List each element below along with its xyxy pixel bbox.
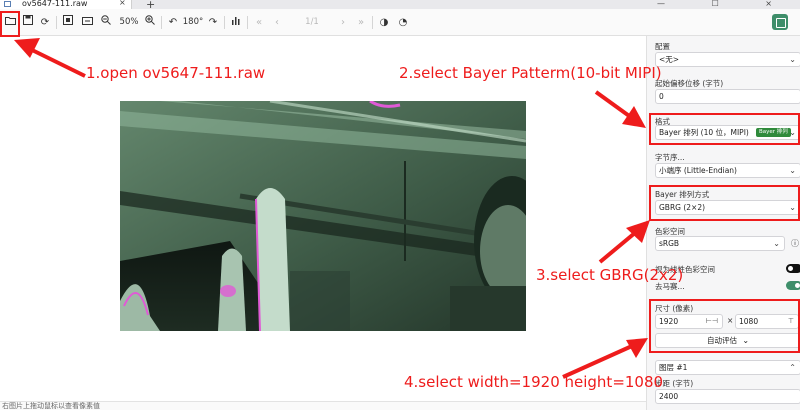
highlight-open xyxy=(0,11,20,37)
byteorder-select[interactable]: 小端序 (Little-Endian) ⌄ xyxy=(655,163,800,178)
tab-title: ov5647-111.raw xyxy=(22,0,88,8)
plane-header[interactable]: 图层 #1 ⌃ xyxy=(655,360,800,375)
zoom-level[interactable]: 50% xyxy=(117,15,141,30)
stride-value: 2400 xyxy=(659,392,679,401)
plane-label: 图层 #1 xyxy=(659,363,688,372)
byteorder-label: 字节序... xyxy=(655,153,685,162)
colorspace-value: sRGB xyxy=(659,239,680,248)
byteorder-value: 小端序 (Little-Endian) xyxy=(659,166,737,175)
zoom-in-icon[interactable] xyxy=(143,15,157,30)
raw-image-preview[interactable] xyxy=(120,101,526,331)
app-window: ov5647-111.raw × + — ☐ × ⟳ 50% ↶ 180° ↷ xyxy=(0,0,800,410)
first-page-icon[interactable]: « xyxy=(252,15,266,30)
colorspace-select[interactable]: sRGB ⌄ xyxy=(655,236,785,251)
demosaic-toggle[interactable] xyxy=(786,281,800,290)
frame-icon[interactable] xyxy=(80,15,94,30)
window-controls[interactable]: — ☐ × xyxy=(657,0,794,8)
annotation-step1: 1.open ov5647-111.raw xyxy=(86,64,266,82)
chevron-down-icon: ⌄ xyxy=(773,239,780,248)
last-page-icon[interactable]: » xyxy=(354,15,368,30)
highlight-format xyxy=(649,113,800,145)
image-file-icon xyxy=(4,1,11,7)
preset-value: <无> xyxy=(659,55,680,64)
fit-icon[interactable] xyxy=(61,15,75,30)
info-icon[interactable]: ⓘ xyxy=(791,238,799,249)
stride-input[interactable]: 2400 xyxy=(655,389,800,404)
preset-label: 配置 xyxy=(655,42,670,51)
toolbar-divider xyxy=(247,16,248,29)
raw-image-render xyxy=(120,101,526,331)
rotate-right-icon[interactable]: ↷ xyxy=(206,15,220,30)
toolbar-divider xyxy=(372,16,373,29)
palette-icon[interactable]: ◔ xyxy=(396,15,410,30)
status-bar: 右图片上拖动鼠标以查看像素值 xyxy=(0,401,646,410)
annotation-step3: 3.select GBRG(2x2) xyxy=(536,266,684,284)
chevron-up-icon: ⌃ xyxy=(789,363,796,372)
toolbar-divider xyxy=(56,16,57,29)
toolbar: ⟳ 50% ↶ 180° ↷ « ‹ 1/1 › » ◑ ◔ xyxy=(0,9,800,36)
chevron-down-icon: ⌄ xyxy=(789,55,796,64)
prev-page-icon[interactable]: ‹ xyxy=(270,15,284,30)
linear-toggle[interactable] xyxy=(786,264,800,273)
chevron-down-icon: ⌄ xyxy=(789,166,796,175)
toolbar-divider xyxy=(224,16,225,29)
preset-select[interactable]: <无> ⌄ xyxy=(655,52,800,67)
page-indicator: 1/1 xyxy=(305,17,319,27)
highlight-bayer xyxy=(649,185,800,221)
offset-label: 起始偏移位移 (字节) xyxy=(655,79,724,88)
annotation-step2: 2.select Bayer Patterm(10-bit MIPI) xyxy=(399,64,662,82)
save-icon[interactable] xyxy=(21,15,35,30)
histogram-icon[interactable] xyxy=(229,15,243,30)
highlight-size xyxy=(649,299,800,353)
tab-bar: ov5647-111.raw × + — ☐ × xyxy=(0,0,800,11)
annotation-step4: 4.select width=1920 height=1080 xyxy=(404,373,664,391)
rotation-value[interactable]: 180° xyxy=(182,15,204,30)
contrast-icon[interactable]: ◑ xyxy=(377,15,391,30)
settings-panel: 配置 <无> ⌄ 起始偏移位移 (字节) 0 格式 Bayer 排列 (10 位… xyxy=(646,36,800,410)
next-page-icon[interactable]: › xyxy=(336,15,350,30)
zoom-out-icon[interactable] xyxy=(99,15,113,30)
file-tab[interactable]: ov5647-111.raw × xyxy=(0,0,132,9)
rotate-left-icon[interactable]: ↶ xyxy=(166,15,180,30)
refresh-icon[interactable]: ⟳ xyxy=(38,15,52,30)
toolbar-divider xyxy=(161,16,162,29)
offset-input[interactable]: 0 xyxy=(655,89,800,104)
offset-value: 0 xyxy=(659,92,664,101)
tab-close-button[interactable]: × xyxy=(119,0,126,7)
panel-toggle-button[interactable] xyxy=(772,14,788,30)
